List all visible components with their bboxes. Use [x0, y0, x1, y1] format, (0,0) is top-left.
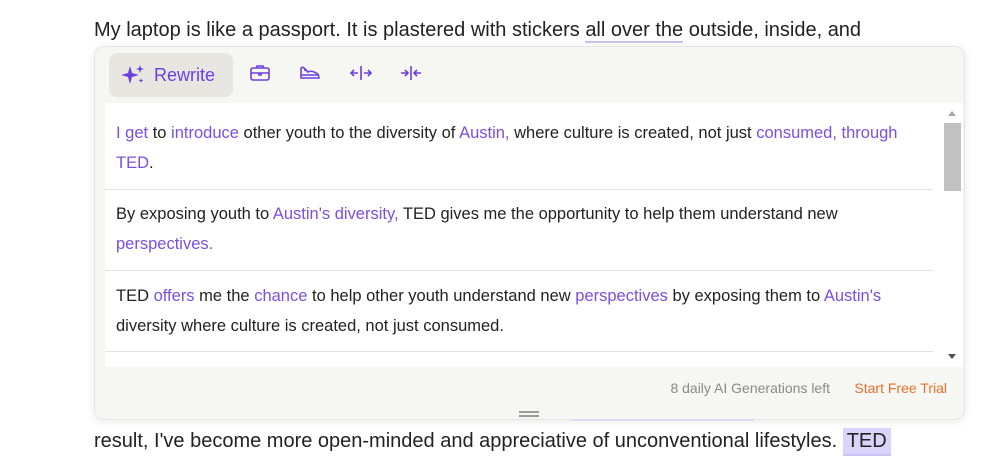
- changed-text: offers: [153, 287, 195, 305]
- popup-footer: 8 daily AI Generations left Start Free T…: [95, 367, 964, 419]
- scroll-thumb[interactable]: [944, 123, 961, 191]
- divider: [105, 189, 933, 190]
- suggestion-text: other youth to the diversity of: [238, 124, 460, 142]
- briefcase-icon: [249, 63, 271, 88]
- suggestion-text: TED: [116, 287, 154, 305]
- suggestion-text: TED gives me the opportunity to help the…: [398, 205, 838, 223]
- scroll-up-arrow-icon[interactable]: [948, 111, 956, 116]
- changed-text: Austin's: [823, 287, 882, 305]
- suggestions-list[interactable]: I get to introduce other youth to the di…: [105, 103, 963, 367]
- suggestion-text: to: [148, 124, 172, 142]
- scroll-down-arrow-icon[interactable]: [948, 354, 956, 359]
- start-free-trial-link[interactable]: Start Free Trial: [854, 380, 947, 396]
- casual-icon: [299, 63, 321, 88]
- scrollbar[interactable]: [943, 103, 963, 367]
- shorten-icon: [399, 63, 423, 88]
- changed-text: Austin,: [459, 124, 510, 142]
- expand-icon: [349, 63, 373, 88]
- changed-text: I get: [116, 124, 149, 142]
- suggestion-text: me the: [194, 287, 255, 305]
- resize-handle-icon[interactable]: [519, 411, 539, 417]
- document-text-line-bottom: result, I've become more open-minded and…: [94, 428, 891, 456]
- formal-tone-button[interactable]: [248, 63, 272, 87]
- suggestion-text: to help other youth understand new: [307, 287, 576, 305]
- suggestion-text: by exposing them to: [667, 287, 824, 305]
- shorten-button[interactable]: [399, 63, 423, 87]
- suggestion-text: diversity where culture is created, not …: [116, 317, 504, 335]
- suggestion-item[interactable]: TED offers me the chance to help other y…: [105, 281, 933, 341]
- divider: [105, 270, 933, 271]
- changed-text: introduce: [171, 124, 239, 142]
- changed-text: chance: [254, 287, 308, 305]
- changed-text: perspectives.: [116, 235, 214, 253]
- expand-button[interactable]: [349, 63, 373, 87]
- document-text-line-top: My laptop is like a passport. It is plas…: [94, 19, 862, 43]
- suggestion-item[interactable]: By exposing youth to Austin's diversity,…: [105, 199, 933, 259]
- rewrite-popup: Rewrite I get to introduce other youth t…: [94, 46, 965, 420]
- sparkle-icon: [120, 63, 146, 87]
- changed-text: perspectives: [575, 287, 668, 305]
- divider: [105, 351, 933, 352]
- highlighted-phrase-underline: [572, 419, 754, 421]
- selected-text[interactable]: TED: [842, 428, 891, 456]
- suggestion-item[interactable]: I get to introduce other youth to the di…: [105, 118, 933, 178]
- editor-stage: My laptop is like a passport. It is plas…: [0, 0, 991, 463]
- suggestion-text: By exposing youth to: [116, 205, 273, 223]
- highlighted-phrase[interactable]: all over the: [585, 19, 684, 43]
- changed-text: Austin's diversity,: [272, 205, 399, 223]
- suggestion-text: where culture is created, not just: [509, 124, 757, 142]
- suggestion-text: .: [149, 154, 154, 172]
- document-text: outside, inside, and: [683, 19, 862, 41]
- document-text: result, I've become more open-minded and…: [94, 430, 843, 452]
- rewrite-tab-label: Rewrite: [154, 64, 216, 85]
- document-text: My laptop is like a passport. It is plas…: [94, 19, 586, 41]
- rewrite-toolbar: Rewrite: [95, 47, 964, 103]
- generations-left-text: 8 daily AI Generations left: [670, 380, 830, 396]
- rewrite-tab[interactable]: Rewrite: [109, 53, 233, 97]
- casual-tone-button[interactable]: [298, 63, 322, 87]
